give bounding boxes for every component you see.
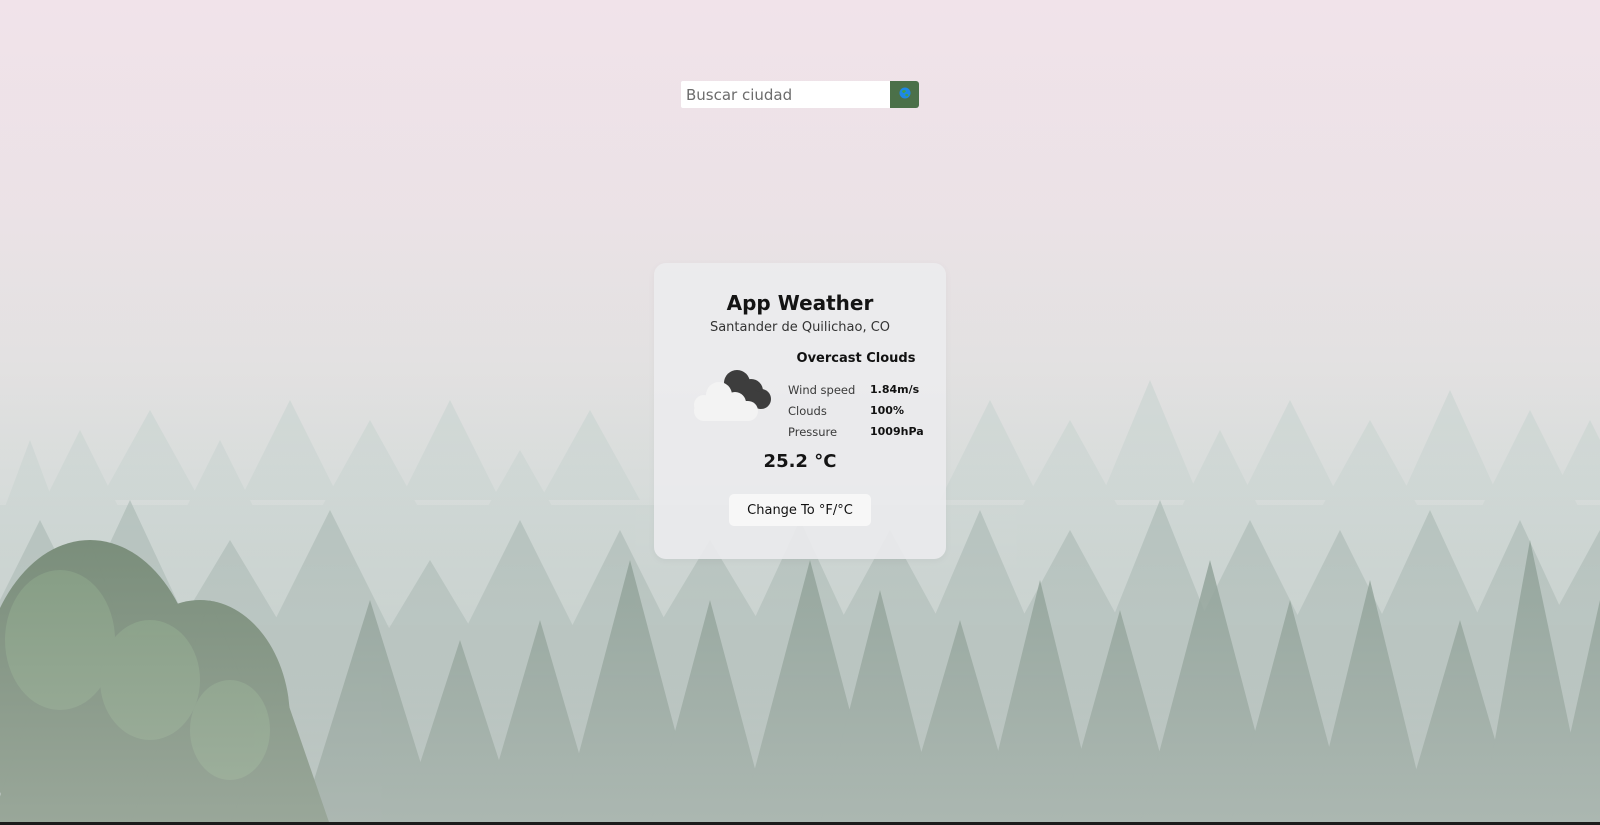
weather-card: App Weather Santander de Quilichao, CO O… — [654, 263, 946, 559]
stat-label: Pressure — [788, 424, 838, 439]
temperature-value: 25.2 °C — [763, 451, 837, 472]
change-unit-button[interactable]: Change To °F/°C — [729, 494, 871, 526]
weather-stats: Wind speed 1.84m/s Clouds 100% Pressure … — [788, 379, 938, 442]
app-page: App Weather Santander de Quilichao, CO O… — [0, 0, 1600, 825]
stat-row-clouds: Clouds 100% — [788, 400, 938, 421]
stat-value: 1.84m/s — [870, 383, 920, 396]
stat-row-wind-speed: Wind speed 1.84m/s — [788, 379, 938, 400]
stat-value: 100% — [870, 404, 904, 417]
search-bar — [681, 81, 919, 108]
globe-icon — [899, 87, 911, 102]
location-label: Santander de Quilichao, CO — [709, 320, 891, 335]
stat-label: Clouds — [788, 403, 827, 418]
stat-value: 1009hPa — [870, 425, 924, 438]
city-search-input[interactable] — [681, 81, 890, 108]
cloud-icon — [689, 365, 775, 423]
stat-label: Wind speed — [788, 382, 856, 397]
search-button[interactable] — [890, 81, 919, 108]
weather-description: Overcast Clouds — [796, 351, 916, 366]
stat-row-pressure: Pressure 1009hPa — [788, 421, 938, 442]
card-title: App Weather — [726, 291, 874, 315]
